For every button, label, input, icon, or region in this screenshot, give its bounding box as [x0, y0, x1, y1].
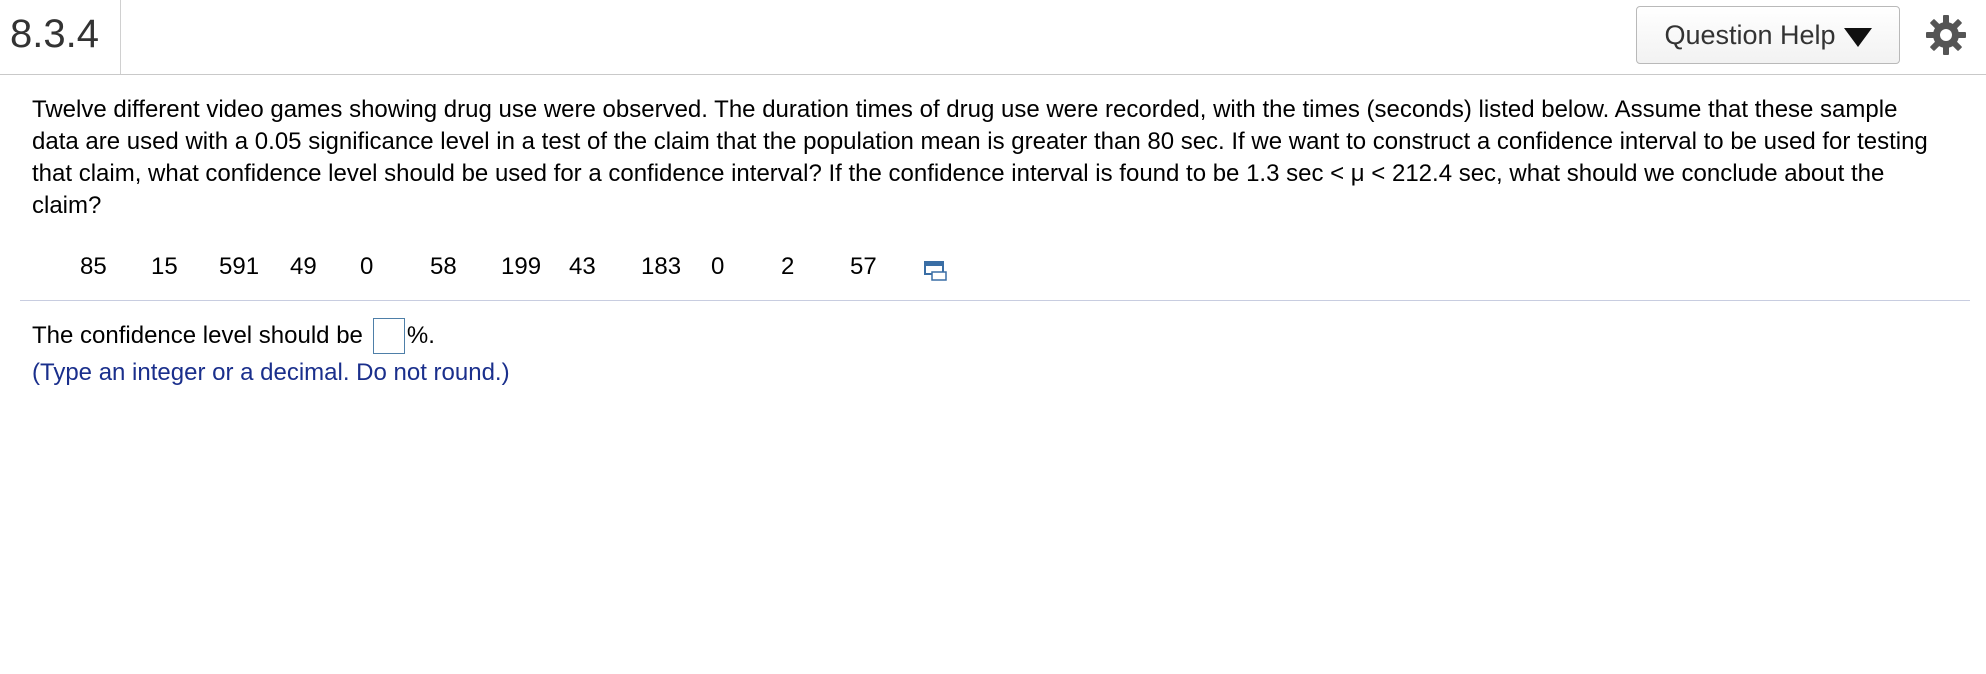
- header-divider: [120, 0, 121, 74]
- answer-prefix: The confidence level should be: [32, 322, 363, 349]
- question-header: 8.3.4 Question Help: [0, 0, 1986, 75]
- data-value: 58: [430, 253, 457, 280]
- data-value: 0: [360, 253, 374, 280]
- answer-line: The confidence level should be %.: [32, 318, 435, 354]
- data-table-icon[interactable]: [923, 259, 949, 283]
- question-number: 8.3.4: [10, 12, 99, 56]
- data-value: 57: [850, 253, 877, 280]
- question-help-label: Question Help: [1664, 19, 1836, 50]
- data-value: 49: [290, 253, 317, 280]
- data-value: 15: [151, 253, 178, 280]
- triangle-down-icon: [1843, 27, 1872, 47]
- data-value: 85: [80, 253, 107, 280]
- question-help-button[interactable]: Question Help: [1636, 6, 1900, 64]
- answer-hint: (Type an integer or a decimal. Do not ro…: [32, 359, 510, 386]
- data-value: 0: [711, 253, 725, 280]
- problem-statement: Twelve different video games showing dru…: [32, 96, 1928, 219]
- answer-suffix: %.: [406, 322, 435, 349]
- gear-icon[interactable]: [1925, 14, 1967, 56]
- confidence-level-input[interactable]: [372, 318, 405, 354]
- data-value: 199: [501, 253, 542, 280]
- data-value: 591: [219, 253, 260, 280]
- section-divider: [20, 300, 1970, 301]
- data-value: 43: [569, 253, 596, 280]
- data-value: 2: [781, 253, 795, 280]
- data-value: 183: [641, 253, 682, 280]
